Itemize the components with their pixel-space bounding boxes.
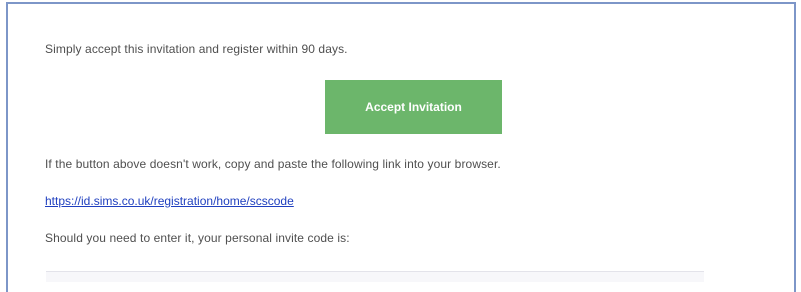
invite-code-box bbox=[46, 271, 704, 282]
email-panel: Simply accept this invitation and regist… bbox=[6, 2, 796, 292]
accept-invitation-button[interactable]: Accept Invitation bbox=[325, 80, 502, 134]
registration-link[interactable]: https://id.sims.co.uk/registration/home/… bbox=[45, 194, 294, 208]
fallback-instructions: If the button above doesn't work, copy a… bbox=[45, 157, 501, 171]
invite-code-prompt: Should you need to enter it, your person… bbox=[45, 231, 350, 245]
intro-text: Simply accept this invitation and regist… bbox=[45, 42, 348, 56]
